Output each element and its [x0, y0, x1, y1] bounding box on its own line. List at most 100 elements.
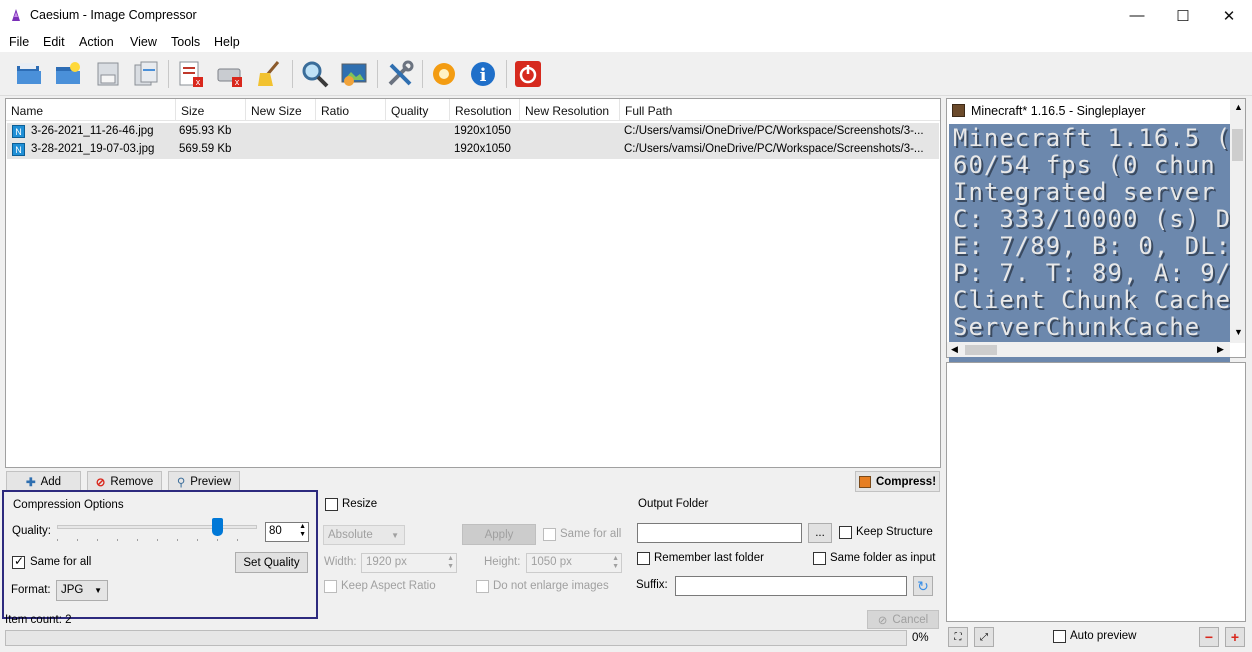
- preview-pane-compressed[interactable]: [946, 362, 1246, 622]
- remove-item-icon[interactable]: x: [175, 58, 207, 90]
- spin-arrows-icon[interactable]: ▲ ▼: [447, 555, 454, 571]
- scroll-thumb[interactable]: [965, 345, 997, 355]
- minimize-button[interactable]: —: [1114, 0, 1160, 31]
- debug-line: Integrated server: [953, 178, 1216, 206]
- apply-button[interactable]: Apply: [462, 524, 536, 545]
- auto-preview-label: Auto preview: [1070, 630, 1137, 642]
- apply-label: Apply: [484, 528, 514, 541]
- no-enlarge-label: Do not enlarge images: [493, 580, 609, 592]
- file-icon: N: [12, 125, 25, 138]
- debug-line: P: 7. T: 89, A: 9/43: [953, 259, 1230, 287]
- clean-icon[interactable]: [253, 58, 285, 90]
- column-size[interactable]: Size: [176, 99, 246, 121]
- scroll-left-icon[interactable]: ◀: [951, 344, 958, 355]
- menu-tools[interactable]: Tools: [171, 35, 200, 49]
- no-enlarge-checkbox[interactable]: [476, 580, 489, 593]
- settings-icon[interactable]: [384, 58, 416, 90]
- remove-button[interactable]: ⊘ Remove: [87, 471, 162, 492]
- spin-arrows-icon[interactable]: ▲ ▼: [612, 555, 619, 571]
- add-button[interactable]: ✚ Add: [6, 471, 81, 492]
- cell-resolution: 1920x1050: [454, 125, 511, 137]
- progress-text: 0%: [912, 632, 929, 644]
- preview-button[interactable]: ⚲ Preview: [168, 471, 240, 492]
- column-full-path[interactable]: Full Path: [620, 99, 940, 121]
- fit-to-window-icon[interactable]: ⛶: [948, 627, 968, 647]
- remember-folder-checkbox[interactable]: [637, 552, 650, 565]
- suffix-input[interactable]: [675, 576, 907, 596]
- remove-icon: ⊘: [95, 476, 106, 489]
- table-row[interactable]: N 3-26-2021_11-26-46.jpg 695.93 Kb 1920x…: [7, 123, 939, 141]
- same-folder-checkbox[interactable]: [813, 552, 826, 565]
- debug-line: C: 333/10000 (s) D: [953, 205, 1230, 233]
- cancel-label: Cancel: [892, 613, 929, 626]
- column-name[interactable]: Name: [6, 99, 176, 121]
- menu-bar: File Edit Action View Tools Help: [0, 31, 1252, 52]
- menu-action[interactable]: Action: [79, 35, 114, 49]
- remember-folder-label: Remember last folder: [654, 552, 764, 564]
- cell-size: 569.59 Kb: [179, 143, 232, 155]
- add-label: Add: [40, 475, 62, 488]
- scroll-down-icon[interactable]: ▼: [1234, 327, 1243, 337]
- toolbar-separator: [506, 60, 507, 88]
- chevron-down-icon: ▼: [391, 531, 399, 540]
- zoom-in-icon[interactable]: +: [1225, 627, 1245, 647]
- browse-button[interactable]: ...: [808, 523, 832, 543]
- compress-icon: [858, 475, 871, 488]
- zoom-out-icon[interactable]: −: [1199, 627, 1219, 647]
- scroll-right-icon[interactable]: ▶: [1217, 344, 1224, 355]
- clear-list-icon[interactable]: x: [214, 58, 246, 90]
- vertical-scrollbar[interactable]: ▲ ▼: [1230, 99, 1245, 343]
- save-list-icon[interactable]: [92, 58, 124, 90]
- resize-checkbox[interactable]: [325, 498, 338, 511]
- menu-help[interactable]: Help: [214, 35, 240, 49]
- column-ratio[interactable]: Ratio: [316, 99, 386, 121]
- width-label: Width:: [324, 556, 357, 568]
- maximize-button[interactable]: ☐: [1160, 0, 1206, 31]
- preview-pane-original[interactable]: Minecraft* 1.16.5 - Singleplayer Minecra…: [946, 98, 1246, 439]
- column-new-resolution[interactable]: New Resolution: [520, 99, 620, 121]
- menu-edit[interactable]: Edit: [43, 35, 65, 49]
- actual-size-icon[interactable]: ⤢: [974, 627, 994, 647]
- progress-bar: [5, 630, 907, 646]
- keep-aspect-checkbox[interactable]: [324, 580, 337, 593]
- close-button[interactable]: ✕: [1206, 0, 1252, 31]
- svg-text:x: x: [196, 77, 201, 87]
- height-spinbox[interactable]: 1050 px ▲ ▼: [526, 553, 622, 573]
- power-icon[interactable]: [512, 58, 544, 90]
- debug-line: Client Chunk Cache: [953, 286, 1230, 314]
- update-icon[interactable]: [428, 58, 460, 90]
- column-resolution[interactable]: Resolution: [450, 99, 520, 121]
- open-files-icon[interactable]: [13, 58, 45, 90]
- browse-label: ...: [815, 527, 825, 539]
- refresh-icon[interactable]: ↻: [913, 576, 933, 596]
- scroll-thumb[interactable]: [1232, 129, 1243, 161]
- resize-same-for-all-checkbox[interactable]: [543, 528, 556, 541]
- auto-preview-checkbox[interactable]: [1053, 630, 1066, 643]
- keep-structure-checkbox[interactable]: [839, 526, 852, 539]
- list-header: Name Size New Size Ratio Quality Resolut…: [6, 99, 940, 121]
- open-folder-icon[interactable]: [52, 58, 84, 90]
- compress-button[interactable]: Compress!: [855, 471, 940, 492]
- menu-file[interactable]: File: [9, 35, 29, 49]
- height-label: Height:: [484, 556, 521, 568]
- resize-mode-dropdown[interactable]: Absolute ▼: [323, 525, 405, 545]
- width-spinbox[interactable]: 1920 px ▲ ▼: [361, 553, 457, 573]
- table-row[interactable]: N 3-28-2021_19-07-03.jpg 569.59 Kb 1920x…: [7, 141, 939, 159]
- same-folder-label: Same folder as input: [830, 552, 936, 564]
- scroll-up-icon[interactable]: ▲: [1234, 102, 1243, 112]
- file-list[interactable]: Name Size New Size Ratio Quality Resolut…: [5, 98, 941, 468]
- info-icon[interactable]: i: [467, 58, 499, 90]
- cancel-button[interactable]: ⊘ Cancel: [867, 610, 939, 629]
- horizontal-scrollbar[interactable]: ◀ ▶: [947, 342, 1230, 357]
- preview-label: Preview: [190, 475, 232, 488]
- save-list-as-icon[interactable]: [130, 58, 162, 90]
- column-new-size[interactable]: New Size: [246, 99, 316, 121]
- remove-label: Remove: [110, 475, 154, 488]
- output-folder-input[interactable]: [637, 523, 802, 543]
- preview-image-icon[interactable]: [338, 58, 370, 90]
- suffix-label: Suffix:: [636, 579, 668, 591]
- column-quality[interactable]: Quality: [386, 99, 450, 121]
- caesium-app-icon: [9, 8, 23, 22]
- search-icon[interactable]: [299, 58, 331, 90]
- menu-view[interactable]: View: [130, 35, 157, 49]
